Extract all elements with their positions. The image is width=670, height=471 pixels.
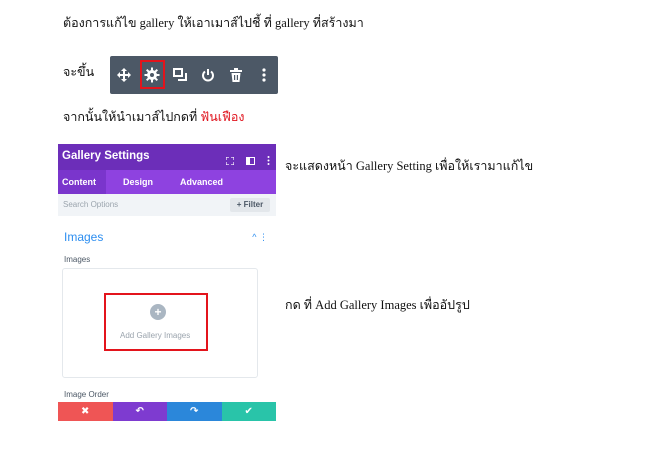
gear-word: ฟันเฟือง	[200, 110, 245, 124]
tab-design[interactable]: Design	[119, 170, 157, 194]
instruction-line-4: จะแสดงหน้า Gallery Setting เพื่อให้เรามา…	[285, 159, 534, 173]
search-options-bar[interactable]: Search Options + Filter	[58, 194, 276, 216]
cancel-button[interactable]: ✖	[58, 402, 113, 421]
panel-tabs: Content Design Advanced	[58, 170, 276, 194]
more-vertical-icon[interactable]	[267, 152, 270, 170]
filter-button[interactable]: + Filter	[230, 198, 270, 212]
expand-icon[interactable]	[225, 152, 235, 170]
tab-content[interactable]: Content	[58, 170, 106, 194]
image-order-label: Image Order	[64, 390, 109, 399]
trash-icon[interactable]	[222, 56, 250, 94]
panel-footer: ✖ ↶ ↷ ✔	[58, 402, 276, 421]
images-label: Images	[64, 255, 91, 264]
more-vertical-icon[interactable]	[250, 56, 278, 94]
redo-button[interactable]: ↷	[167, 402, 222, 421]
instruction-line-2: จะขึ้น	[63, 65, 95, 79]
duplicate-icon[interactable]	[166, 56, 194, 94]
panel-header: Gallery Settings	[58, 144, 276, 170]
section-title-images[interactable]: Images	[64, 230, 103, 244]
instruction-line-5: กด ที่ Add Gallery Images เพื่ออัปรูป	[285, 298, 470, 312]
move-icon[interactable]	[110, 56, 138, 94]
add-images-highlight-box	[104, 293, 208, 351]
instruction-line-3: จากนั้นให้นำเมาส์ไปกดที่ ฟันเฟือง	[63, 109, 244, 125]
search-input[interactable]: Search Options	[63, 200, 118, 209]
undo-button[interactable]: ↶	[112, 402, 167, 421]
tab-advanced[interactable]: Advanced	[176, 170, 227, 194]
gallery-settings-panel: Gallery Settings Content Design Advanced…	[58, 144, 276, 421]
instruction-line-3-text: จากนั้นให้นำเมาส์ไปกดที่	[63, 110, 201, 124]
columns-icon[interactable]	[246, 152, 255, 170]
panel-title: Gallery Settings	[62, 150, 150, 162]
save-button[interactable]: ✔	[221, 402, 276, 421]
module-toolbar	[110, 56, 278, 94]
gear-highlight-box	[140, 60, 165, 89]
section-toggle[interactable]: ^ ⋮	[252, 232, 268, 243]
power-icon[interactable]	[194, 56, 222, 94]
instruction-line-1: ต้องการแก้ไข gallery ให้เอาเมาส์ไปชี้ ที…	[63, 16, 364, 30]
